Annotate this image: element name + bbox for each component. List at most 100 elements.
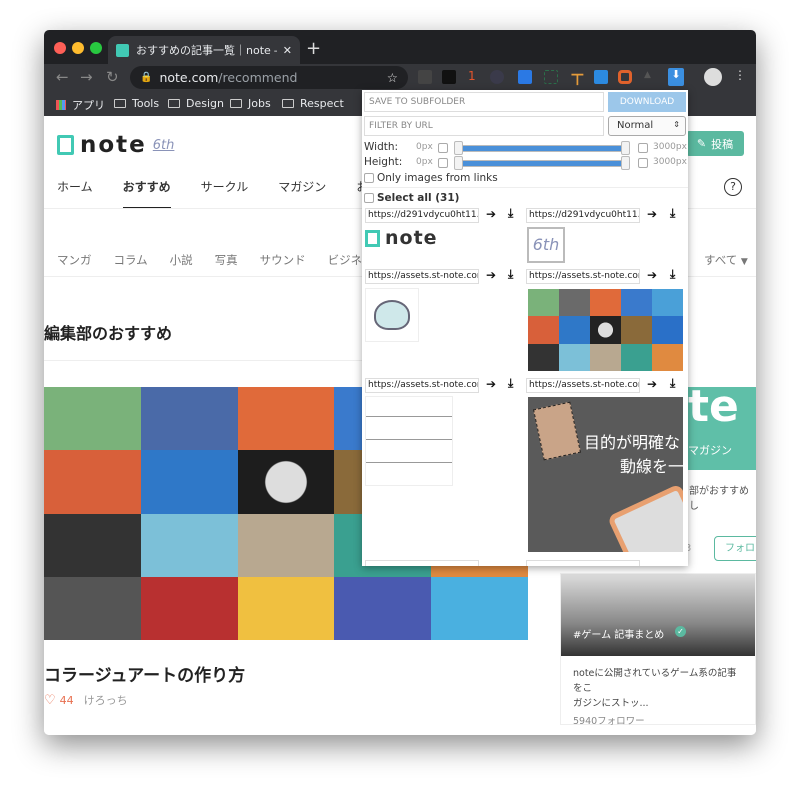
bookmark-label: Design — [186, 97, 224, 110]
height-min-checkbox[interactable] — [438, 158, 448, 168]
article-author[interactable]: けろっち — [84, 692, 128, 708]
only-links-checkbox[interactable] — [364, 173, 374, 183]
new-tab-button[interactable]: + — [306, 38, 321, 59]
open-arrow-icon[interactable]: ➔ — [486, 207, 496, 221]
height-min-handle[interactable] — [454, 156, 463, 170]
download-icon[interactable]: ⤓ — [508, 376, 513, 391]
triangle-extension-icon[interactable]: ▲ — [644, 70, 658, 84]
image-thumbnail-photo[interactable]: 目的が明確な 動線を一 — [528, 397, 683, 552]
download-icon[interactable]: ⤓ — [670, 206, 675, 221]
image-thumbnail-6th[interactable]: 6th — [527, 227, 565, 263]
browser-tab[interactable]: おすすめの記事一覧｜note ――つ ✕ — [108, 36, 300, 64]
open-arrow-icon[interactable]: ➔ — [647, 377, 657, 391]
select-all-option[interactable]: Select all (31) — [364, 192, 459, 204]
image-url-field[interactable]: https://d291vdycu0ht11.clou — [365, 208, 479, 223]
game-magazine-card[interactable]: #ゲーム 記事まとめ ✓ noteに公開されているゲーム系の記事をこ ガジンにスト… — [560, 573, 756, 727]
open-arrow-icon[interactable]: ➔ — [647, 207, 657, 221]
image-url-field[interactable] — [526, 560, 640, 566]
image-thumbnail-collage[interactable] — [528, 289, 683, 371]
color-extension-icon[interactable] — [618, 70, 632, 84]
recycle-extension-icon[interactable] — [418, 70, 432, 84]
select-arrows-icon: ⇕ — [673, 120, 680, 129]
open-arrow-icon[interactable]: ➔ — [647, 268, 657, 282]
bookmark-respect[interactable]: Respect — [282, 97, 344, 110]
back-icon[interactable]: ← — [56, 68, 69, 86]
download-icon[interactable]: ⤓ — [670, 376, 675, 391]
tab-circle[interactable]: サークル — [201, 178, 249, 209]
follow-button[interactable]: フォロ — [714, 536, 756, 561]
image-url-field[interactable]: https://assets.st-note.com/p — [365, 269, 479, 284]
width-max-checkbox[interactable] — [638, 143, 648, 153]
height-slider[interactable] — [458, 160, 624, 167]
category-manga[interactable]: マンガ — [57, 252, 92, 268]
image-url-field[interactable] — [365, 560, 479, 566]
download-icon[interactable]: ⤓ — [670, 267, 675, 282]
note-logo[interactable]: note 6th — [57, 132, 174, 158]
image-url-field[interactable]: https://assets.st-note.com/p — [526, 378, 640, 393]
note-favicon-icon — [116, 43, 129, 57]
counter-extension-icon[interactable]: 1 — [468, 69, 482, 83]
post-button[interactable]: ✎ 投稿 — [686, 131, 744, 156]
thumb-logo-text: note — [385, 227, 438, 249]
category-photo[interactable]: 写真 — [215, 252, 238, 268]
eye-extension-icon[interactable] — [490, 70, 504, 84]
subfolder-input[interactable]: SAVE TO SUBFOLDER — [364, 92, 604, 112]
height-max-handle[interactable] — [621, 156, 630, 170]
heart-icon[interactable]: ♡ — [44, 693, 56, 708]
bookmark-label: Tools — [132, 97, 160, 110]
crop-extension-icon[interactable] — [544, 70, 558, 84]
bookmark-star-icon[interactable]: ☆ — [387, 70, 398, 85]
forward-icon[interactable]: → — [80, 68, 93, 86]
help-icon[interactable]: ? — [724, 178, 742, 196]
tab-magazine[interactable]: マガジン — [278, 178, 326, 209]
all-filter-label: すべて — [704, 253, 738, 267]
download-icon[interactable]: ⤓ — [508, 206, 513, 221]
address-bar[interactable]: 🔒 note.com/recommend ☆ — [130, 66, 408, 89]
select-all-label: Select all (31) — [377, 192, 460, 204]
width-min-handle[interactable] — [454, 141, 463, 155]
image-thumbnail-ghost[interactable] — [365, 288, 419, 342]
image-thumbnail-note-logo[interactable]: note — [365, 227, 438, 249]
magazine-label: マガジン — [688, 444, 732, 457]
all-filter-dropdown[interactable]: すべて ▼ — [704, 252, 748, 268]
open-arrow-icon[interactable]: ➔ — [486, 268, 496, 282]
select-all-checkbox[interactable] — [364, 193, 374, 203]
tab-recommend[interactable]: おすすめ — [122, 178, 171, 209]
category-column[interactable]: コラム — [114, 252, 148, 268]
profile-avatar[interactable] — [704, 68, 722, 86]
image-url-field[interactable]: https://assets.st-note.com/p — [526, 269, 640, 284]
download-button[interactable]: DOWNLOAD — [608, 92, 686, 112]
bookmark-apps[interactable]: アプリ — [56, 97, 105, 113]
download-icon[interactable]: ⤓ — [508, 267, 513, 282]
reload-icon[interactable]: ↻ — [106, 68, 119, 86]
qr-extension-icon[interactable] — [442, 70, 456, 84]
menu-icon[interactable]: ⋮ — [734, 68, 748, 82]
article-title[interactable]: コラージュアートの作り方 — [44, 661, 245, 686]
only-links-option[interactable]: Only images from links — [364, 172, 498, 184]
magazine-desc-line2: ガジンにストッ... — [573, 698, 649, 709]
image-thumbnail-manga[interactable] — [365, 396, 453, 486]
width-min-checkbox[interactable] — [438, 143, 448, 153]
maximize-window-button[interactable] — [90, 42, 102, 54]
image-downloader-icon[interactable]: ⬇ — [668, 68, 684, 86]
filter-url-input[interactable]: FILTER BY URL — [364, 116, 604, 136]
pen-extension-icon[interactable] — [518, 70, 532, 84]
close-tab-icon[interactable]: ✕ — [283, 44, 292, 57]
category-novel[interactable]: 小説 — [170, 252, 193, 268]
filter-mode-select[interactable]: Normal ⇕ — [608, 116, 686, 136]
image-url-field[interactable]: https://assets.st-note.com/p — [365, 378, 479, 393]
category-sound[interactable]: サウンド — [260, 252, 306, 268]
bookmark-tools[interactable]: Tools — [114, 97, 159, 110]
bookmark-jobs[interactable]: Jobs — [230, 97, 271, 110]
width-slider[interactable] — [458, 145, 624, 152]
image-url-field[interactable]: https://d291vdycu0ht11.clou — [526, 208, 640, 223]
minimize-window-button[interactable] — [72, 42, 84, 54]
hammer-extension-icon[interactable]: ⊤ — [570, 70, 585, 89]
bookmark-design[interactable]: Design — [168, 97, 224, 110]
open-arrow-icon[interactable]: ➔ — [486, 377, 496, 391]
width-max-handle[interactable] — [621, 141, 630, 155]
tab-home[interactable]: ホーム — [57, 178, 93, 209]
s-extension-icon[interactable] — [594, 70, 608, 84]
close-window-button[interactable] — [54, 42, 66, 54]
height-max-checkbox[interactable] — [638, 158, 648, 168]
